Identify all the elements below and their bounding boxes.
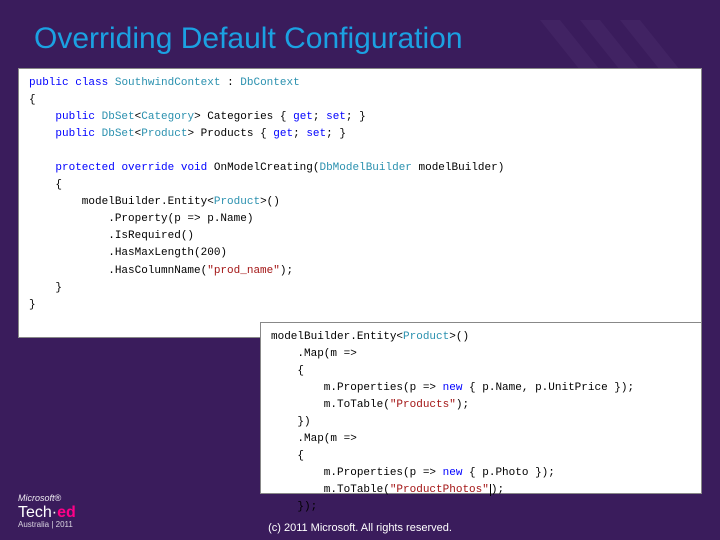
copyright-footer: (c) 2011 Microsoft. All rights reserved. bbox=[0, 522, 720, 534]
code-block-upper: public class SouthwindContext : DbContex… bbox=[18, 68, 702, 338]
code-block-lower: modelBuilder.Entity<Product>() .Map(m =>… bbox=[260, 322, 702, 494]
